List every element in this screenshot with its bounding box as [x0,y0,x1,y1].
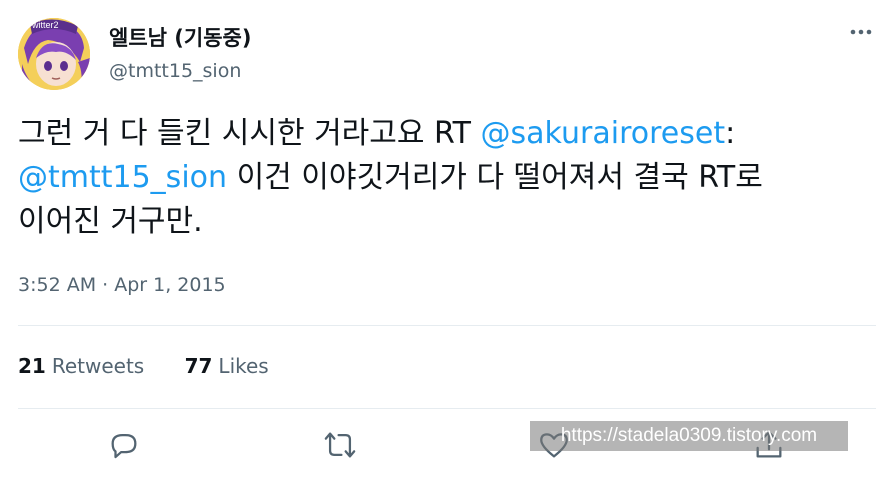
retweet-button[interactable] [323,428,357,462]
reply-button[interactable] [107,428,141,462]
mention-link[interactable]: @sakurairoreset [481,116,726,151]
author-handle[interactable]: @tmtt15_sion [109,60,241,82]
tweet-stats: 21 Retweets 77 Likes [18,354,303,378]
tweet-line-3: 이어진 거구만. [18,200,878,244]
tweet-text-segment: 그런 거 다 들킨 시시한 거라고요 RT [18,116,481,151]
reply-icon [111,433,137,459]
watermark: https://stadela0309.tistory.com [530,421,848,451]
retweets-stat[interactable]: 21 Retweets [18,354,144,378]
tweet-text-segment: 이어진 거구만. [18,204,203,239]
mention-link[interactable]: @tmtt15_sion [18,160,227,195]
retweets-label: Retweets [51,354,145,378]
retweet-icon [324,432,356,458]
tweet-timestamp[interactable]: 3:52 AM · Apr 1, 2015 [18,274,226,296]
more-dots-icon [850,29,872,35]
divider [18,325,876,326]
avatar-badge: witter2 [32,20,59,30]
likes-count: 77 [184,354,213,378]
retweets-count: 21 [18,354,46,378]
more-options-button[interactable] [846,20,876,44]
tweet-line-1: 그런 거 다 들킨 시시한 거라고요 RT @sakurairoreset: [18,112,878,156]
tweet-text-segment: 이건 이야깃거리가 다 떨어져서 결국 RT로 [227,160,763,195]
likes-label: Likes [218,354,269,378]
likes-stat[interactable]: 77 Likes [185,354,269,378]
tweet-line-2: @tmtt15_sion 이건 이야깃거리가 다 떨어져서 결국 RT로 [18,156,878,200]
author-name[interactable]: 엘트남 (기동중) [109,22,251,52]
tweet-text: 그런 거 다 들킨 시시한 거라고요 RT @sakurairoreset: @… [18,112,878,244]
divider [18,408,876,409]
tweet-text-segment: : [725,116,736,151]
avatar[interactable]: witter2 [18,18,90,90]
